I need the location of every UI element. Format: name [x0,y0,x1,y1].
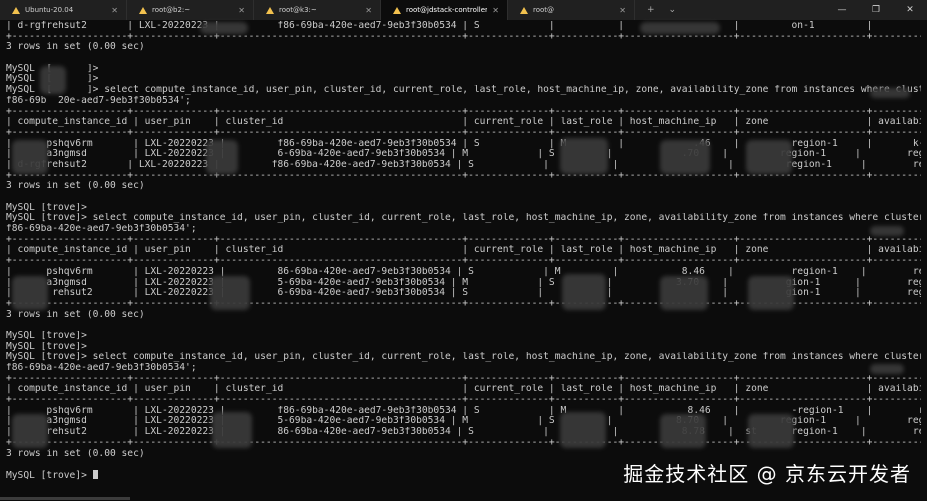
redaction-blur [40,66,66,94]
terminal-line: MySQL [trove]> [6,341,87,352]
tab-root-b2[interactable]: root@b2:~ ✕ [127,0,254,20]
redaction-blur [12,414,48,448]
terminal-line: MySQL [ ]> [6,74,99,85]
redaction-blur [200,22,248,34]
redaction-blur [748,276,794,310]
terminal-line: 3 rows in set (0.00 sec) [6,309,145,320]
terminal-line: +--------------------+--------------+---… [6,373,921,384]
terminal-line: MySQL [ ]> select compute_instance_id, u… [6,85,921,96]
redaction-blur [748,414,794,448]
chevron-down-icon[interactable]: ⌄ [669,5,677,15]
tab-label: root@b2:~ [152,6,191,14]
terminal-line: MySQL [trove]> select compute_instance_i… [6,352,921,363]
redaction-blur [660,276,708,310]
terminal-line: f86-69b 20e-aed7-9eb3f30b0534'; [6,95,191,106]
terminal-line: | compute_instance_id | user_pin | clust… [6,245,921,256]
cursor [92,469,98,479]
terminal-line: +--------------------+--------------+---… [6,395,921,406]
terminal-line: MySQL [trove]> select compute_instance_i… [6,213,921,224]
linux-icon [12,6,20,14]
close-icon[interactable]: ✕ [365,6,372,15]
redaction-blur [210,276,250,310]
redaction-blur [870,226,904,236]
tab-root-host[interactable]: root@ ✕ [508,0,635,20]
tab-label: Ubuntu-20.04 [25,6,74,14]
terminal-line: MySQL [trove]> [6,202,87,213]
close-icon[interactable]: ✕ [619,6,626,15]
close-icon[interactable]: ✕ [238,6,245,15]
redaction-blur [12,276,48,310]
redaction-blur [560,138,608,174]
terminal-line: MySQL [ ]> [6,63,99,74]
redaction-blur [212,412,252,448]
tab-root-jdstack-controller[interactable]: root@jdstack-controller:~ ✕ [381,0,508,20]
linux-icon [139,6,147,14]
terminal-line: MySQL [trove]> [6,330,87,341]
minimize-button[interactable]: — [825,5,859,15]
tab-bar: Ubuntu-20.04 ✕ root@b2:~ ✕ root@k3:~ ✕ r… [0,0,927,20]
terminal-line: 3 rows in set (0.00 sec) [6,42,145,53]
tab-label: root@ [533,6,555,14]
terminal-line: | compute_instance_id | user_pin | clust… [6,117,921,128]
linux-icon [520,6,528,14]
terminal-line: +--------------------+--------------+---… [6,106,921,117]
terminal-line: 3 rows in set (0.00 sec) [6,181,145,192]
terminal-window: Ubuntu-20.04 ✕ root@b2:~ ✕ root@k3:~ ✕ r… [0,0,927,501]
linux-icon [393,6,401,14]
redaction-blur [870,364,904,374]
linux-icon [266,6,274,14]
tab-label: root@jdstack-controller:~ [406,6,488,14]
redaction-blur [206,140,238,174]
terminal-line: +--------------------+--------------+---… [6,234,921,245]
redaction-blur [562,274,606,310]
redaction-blur [560,412,606,448]
terminal-line: | compute_instance_id | user_pin | clust… [6,384,921,395]
redaction-blur [640,22,720,34]
horizontal-scrollbar[interactable] [0,497,130,500]
tab-label: root@k3:~ [279,6,317,14]
redaction-blur [746,140,792,174]
redaction-blur [870,88,910,98]
terminal-line: +--------------------+--------------+---… [6,127,921,138]
terminal-line: +--------------------+--------------+---… [6,256,921,267]
tab-ubuntu[interactable]: Ubuntu-20.04 ✕ [0,0,127,20]
close-icon[interactable]: ✕ [492,6,499,15]
terminal-line: +--------------------+--------------+---… [6,31,921,42]
close-window-button[interactable]: ✕ [893,5,927,15]
redaction-blur [12,140,48,174]
maximize-button[interactable]: ❐ [859,5,893,15]
terminal-line: | d-rgfrehsut2 | LXL-20220223 | f86-69ba… [6,21,921,31]
close-icon[interactable]: ✕ [111,6,118,15]
terminal-line: f86-69ba-420e-aed7-9eb3f30b0534'; [6,224,197,235]
tab-root-k3[interactable]: root@k3:~ ✕ [254,0,381,20]
terminal-line: f86-69ba-420e-aed7-9eb3f30b0534'; [6,363,197,373]
redaction-blur [660,414,706,448]
new-tab-button[interactable]: + [647,5,655,15]
redaction-blur [660,140,710,174]
watermark: 掘金技术社区 @ 京东云开发者 [623,462,911,486]
